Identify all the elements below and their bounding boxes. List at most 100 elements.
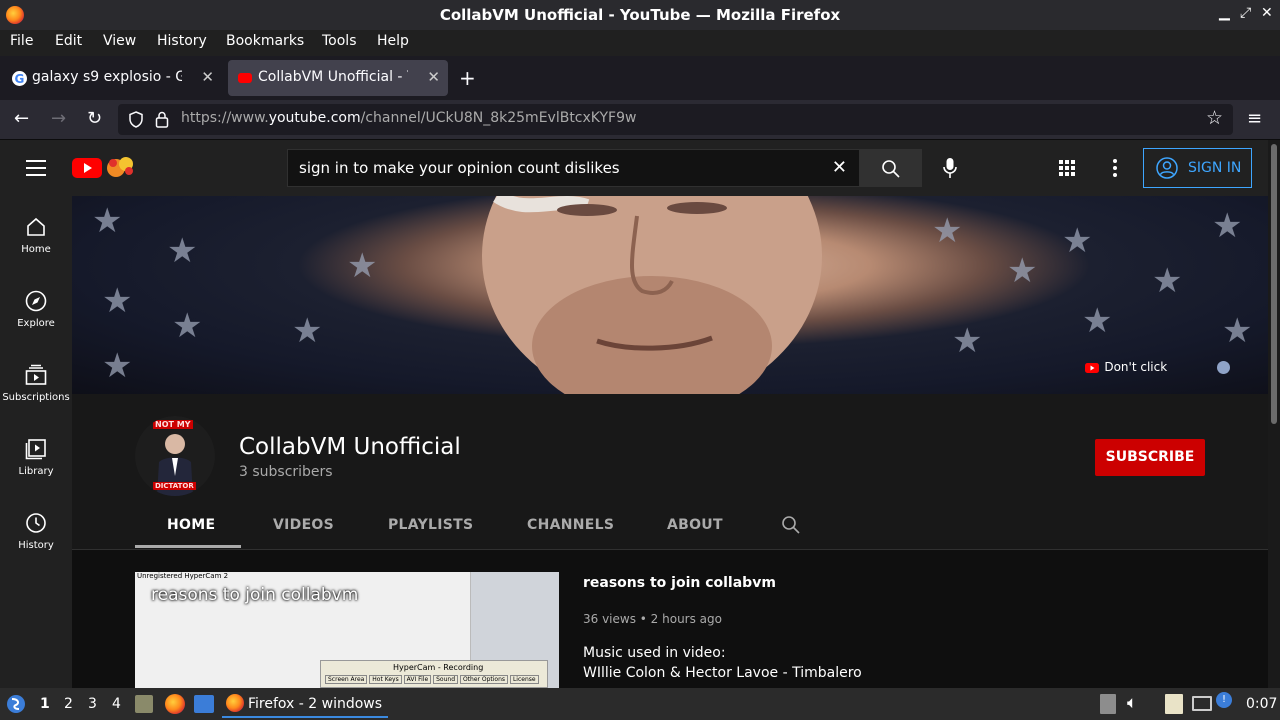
firefox-launcher-icon[interactable]	[165, 694, 185, 714]
youtube-icon	[238, 73, 252, 83]
search-input[interactable]: sign in to make your opinion count disli…	[287, 149, 860, 187]
taskbar-firefox-window[interactable]: Firefox - 2 windows	[222, 690, 388, 718]
bookmark-star-icon[interactable]: ☆	[1206, 107, 1223, 129]
hamburger-menu-icon[interactable]	[26, 159, 46, 176]
close-tab-icon[interactable]: ✕	[201, 68, 214, 86]
workspace-1[interactable]: 1	[40, 696, 50, 712]
network-icon[interactable]	[1192, 696, 1212, 711]
tab-home[interactable]: HOME	[167, 517, 215, 533]
subscriptions-icon	[25, 364, 47, 385]
guide-item-history[interactable]: History	[0, 512, 72, 551]
workspace-3[interactable]: 3	[88, 696, 97, 712]
clipboard-icon[interactable]	[1165, 694, 1183, 714]
new-tab-icon[interactable]: +	[459, 66, 476, 90]
sign-in-button[interactable]: SIGN IN	[1143, 148, 1252, 188]
subscribe-button[interactable]: SUBSCRIBE	[1095, 439, 1205, 476]
firefox-icon	[226, 694, 244, 712]
close-window-icon[interactable]: ✕	[1261, 5, 1273, 21]
guide-item-library[interactable]: Library	[0, 438, 72, 477]
home-icon	[27, 217, 45, 236]
doodle-logo-icon[interactable]	[104, 154, 138, 180]
search-button[interactable]	[860, 149, 922, 187]
history-icon	[26, 513, 46, 533]
clock: 0:07	[1246, 696, 1278, 712]
tab-youtube[interactable]: CollabVM Unofficial - YouTube ✕	[228, 60, 448, 96]
tab-bar: G galaxy s9 explosio - Google Search ✕ C…	[0, 56, 1280, 100]
microphone-icon[interactable]	[943, 157, 957, 179]
forward-icon[interactable]: →	[51, 108, 66, 129]
guide-item-subscriptions[interactable]: Subscriptions	[0, 364, 72, 403]
app-menu-icon[interactable]: ≡	[1247, 108, 1262, 129]
workspace-2[interactable]: 2	[64, 696, 73, 712]
guide-label: Subscriptions	[2, 392, 70, 403]
tab-label: CollabVM Unofficial - YouTube	[258, 69, 408, 85]
volume-icon[interactable]: 🔈︎	[1127, 693, 1137, 713]
flag-star-icon: ★	[1007, 251, 1038, 291]
thumbnail-window-title: HyperCam - Recording	[393, 663, 484, 672]
apps-grid-icon[interactable]	[1059, 160, 1075, 176]
tab-videos[interactable]: VIDEOS	[273, 517, 334, 533]
workspace-4[interactable]: 4	[112, 696, 121, 712]
desktop-icon[interactable]	[194, 695, 214, 713]
channel-header: NOT MY DICTATOR CollabVM Unofficial 3 su…	[72, 394, 1268, 688]
back-icon[interactable]: ←	[14, 108, 29, 129]
maximize-icon[interactable]: ⤢	[1240, 5, 1251, 21]
tab-google-search[interactable]: G galaxy s9 explosio - Google Search ✕	[2, 60, 222, 96]
minimize-icon[interactable]: ▁	[1219, 5, 1230, 21]
guide-item-home[interactable]: Home	[0, 216, 72, 255]
menu-view[interactable]: View	[103, 33, 136, 49]
menu-bookmarks[interactable]: Bookmarks	[226, 33, 304, 49]
youtube-logo-icon[interactable]	[72, 158, 102, 178]
navigation-bar: ← → ↻ https://www.youtube.com/channel/UC…	[0, 100, 1280, 140]
url-bar[interactable]: https://www.youtube.com/channel/UCkU8N_8…	[118, 104, 1233, 135]
reload-icon[interactable]: ↻	[87, 108, 102, 129]
video-description-line: Music used in video:	[583, 645, 726, 661]
window-titlebar: CollabVM Unofficial - YouTube — Mozilla …	[0, 0, 1280, 30]
thumbnail-title: reasons to join collabvm	[151, 585, 359, 605]
compass-icon	[25, 290, 47, 312]
video-title[interactable]: reasons to join collabvm	[583, 575, 776, 591]
channel-banner: ★ ★ ★ ★ ★ ★ ★ ★ ★ ★ ★ ★ ★ ★ ★ Don't clic…	[72, 196, 1268, 394]
start-menu-icon[interactable]	[6, 694, 26, 714]
menu-file[interactable]: File	[10, 33, 33, 49]
youtube-guide: Home Explore Subscriptions Library Histo…	[0, 196, 72, 688]
menu-history[interactable]: History	[157, 33, 207, 49]
video-description-line: WIllie Colon & Hector Lavoe - Timbalero	[583, 665, 862, 681]
menu-edit[interactable]: Edit	[55, 33, 82, 49]
active-tab-indicator	[135, 545, 241, 548]
notification-icon[interactable]: !	[1216, 692, 1232, 708]
taskbar: 1 2 3 4 Firefox - 2 windows 🔈︎ ! 0:07	[0, 688, 1280, 720]
channel-name: CollabVM Unofficial	[239, 434, 461, 460]
video-thumbnail[interactable]: Unregistered HyperCam 2 reasons to join …	[135, 572, 559, 688]
tab-playlists[interactable]: PLAYLISTS	[388, 517, 473, 533]
scrollbar-thumb[interactable]	[1271, 144, 1277, 424]
guide-label: Library	[18, 466, 54, 477]
window-title: CollabVM Unofficial - YouTube — Mozilla …	[439, 6, 841, 24]
guide-label: Explore	[17, 318, 55, 329]
tracking-shield-icon[interactable]	[128, 111, 144, 128]
lock-icon[interactable]	[155, 111, 169, 128]
flag-star-icon: ★	[1222, 311, 1253, 351]
youtube-icon	[1085, 362, 1100, 373]
tab-label: galaxy s9 explosio - Google Search	[32, 69, 182, 85]
close-tab-icon[interactable]: ✕	[427, 68, 440, 86]
file-manager-icon[interactable]	[135, 695, 153, 713]
taskbar-window-label: Firefox - 2 windows	[248, 696, 383, 712]
tab-channels[interactable]: CHANNELS	[527, 517, 614, 533]
clear-search-icon[interactable]: ✕	[832, 157, 847, 178]
thumbnail-window: HyperCam - Recording Screen Area Hot Key…	[320, 660, 548, 688]
flag-star-icon: ★	[347, 246, 378, 286]
url-text[interactable]: https://www.youtube.com/channel/UCkU8N_8…	[181, 110, 636, 126]
tray-eject-icon[interactable]	[1100, 694, 1116, 714]
flag-star-icon: ★	[92, 201, 123, 241]
guide-item-explore[interactable]: Explore	[0, 290, 72, 329]
tab-about[interactable]: ABOUT	[667, 517, 723, 533]
page-scrollbar[interactable]	[1268, 140, 1280, 688]
flag-star-icon: ★	[932, 211, 963, 251]
banner-link[interactable]: Don't click	[1085, 360, 1230, 374]
channel-search-icon[interactable]	[781, 515, 800, 534]
menu-help[interactable]: Help	[377, 33, 409, 49]
flag-star-icon: ★	[102, 281, 133, 321]
more-options-icon[interactable]	[1112, 159, 1118, 177]
menu-tools[interactable]: Tools	[322, 33, 357, 49]
